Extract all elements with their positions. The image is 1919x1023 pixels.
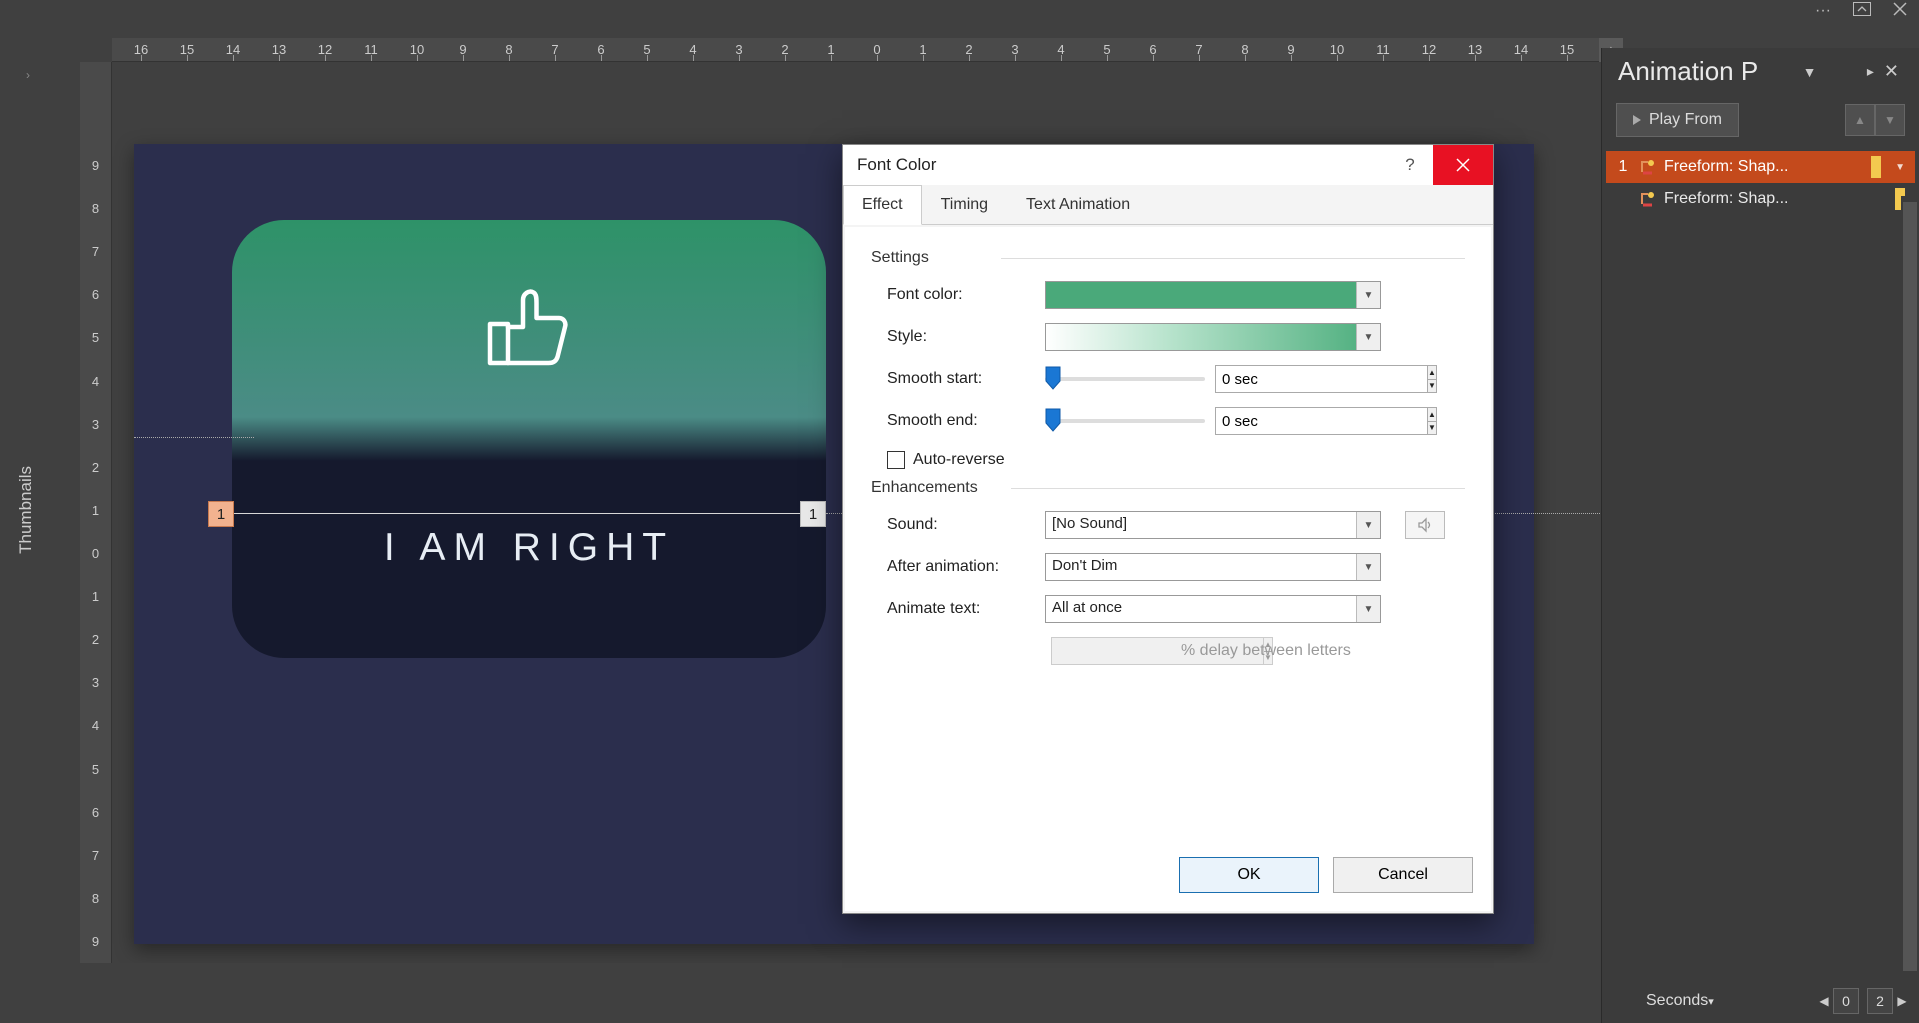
spinner-up-icon[interactable]: ▲ xyxy=(1428,366,1436,380)
animation-item[interactable]: 1 Freeform: Shap... ▼ xyxy=(1606,151,1915,183)
style-combo[interactable]: ▼ xyxy=(1045,323,1381,351)
enhancements-group-label: Enhancements xyxy=(871,479,1465,497)
animate-text-value: All at once xyxy=(1046,596,1356,622)
timeline-left-icon[interactable]: ◀ xyxy=(1815,988,1833,1014)
timeline-right-icon[interactable]: ▶ xyxy=(1893,988,1911,1014)
timeline-pos-2[interactable]: 2 xyxy=(1867,988,1893,1014)
sound-value: [No Sound] xyxy=(1046,512,1356,538)
animation-item[interactable]: Freeform: Shap... xyxy=(1606,183,1915,215)
animation-pane: Animation P ▼ ▸ ✕ Play From ▲ ▼ 1 Freefor… xyxy=(1601,48,1919,1023)
animation-pane-scrollbar[interactable] xyxy=(1901,196,1919,977)
auto-reverse-checkbox[interactable]: Auto-reverse xyxy=(887,451,1465,469)
spinner-down-icon[interactable]: ▼ xyxy=(1428,422,1436,435)
tab-effect[interactable]: Effect xyxy=(843,185,922,225)
pane-move-icon[interactable]: ▸ xyxy=(1861,63,1880,80)
smooth-end-label: Smooth end: xyxy=(887,412,1035,430)
emphasis-effect-icon xyxy=(1638,158,1656,176)
auto-reverse-label: Auto-reverse xyxy=(913,451,1005,469)
ruler-horizontal: 1615141312111098765432101234567891011121… xyxy=(112,38,1601,62)
slider-thumb-icon[interactable] xyxy=(1045,408,1061,432)
cancel-button[interactable]: Cancel xyxy=(1333,857,1473,893)
tab-text-animation[interactable]: Text Animation xyxy=(1007,185,1149,224)
freeform-shape[interactable]: I AM RIGHT xyxy=(232,220,826,658)
animate-text-label: Animate text: xyxy=(887,600,1035,618)
delay-spinner: ▲▼ xyxy=(1051,637,1171,665)
animation-order-tag-2[interactable]: 1 xyxy=(800,501,826,527)
animation-item-label: Freeform: Shap... xyxy=(1664,158,1863,176)
after-animation-select[interactable]: Don't Dim ▼ xyxy=(1045,553,1381,581)
timeline-pos-0[interactable]: 0 xyxy=(1833,988,1859,1014)
spinner-up-icon[interactable]: ▲ xyxy=(1428,408,1436,422)
dialog-tabs: Effect Timing Text Animation xyxy=(843,185,1493,225)
ribbon-display-icon[interactable] xyxy=(1853,2,1871,21)
font-color-combo[interactable]: ▼ xyxy=(1045,281,1381,309)
dialog-close-button[interactable] xyxy=(1433,145,1493,185)
play-from-label: Play From xyxy=(1649,111,1722,129)
thumbnails-label: Thumbnails xyxy=(16,466,36,554)
slider-thumb-icon[interactable] xyxy=(1045,366,1061,390)
checkbox-icon[interactable] xyxy=(887,451,905,469)
settings-group-label: Settings xyxy=(871,249,1465,267)
seconds-label[interactable]: Seconds▾ xyxy=(1646,992,1714,1010)
help-button[interactable]: ? xyxy=(1387,155,1433,175)
animate-text-select[interactable]: All at once ▼ xyxy=(1045,595,1381,623)
animation-list: 1 Freeform: Shap... ▼ Freeform: Shap... xyxy=(1606,151,1915,215)
smooth-start-slider[interactable] xyxy=(1045,372,1205,386)
ruler-vertical: 9876543210123456789 xyxy=(80,62,112,963)
tab-timing[interactable]: Timing xyxy=(922,185,1007,224)
close-icon[interactable] xyxy=(1893,2,1907,21)
dialog-titlebar: Font Color ? xyxy=(843,145,1493,185)
after-animation-dropdown-icon[interactable]: ▼ xyxy=(1356,554,1380,580)
move-down-button[interactable]: ▼ xyxy=(1875,104,1905,136)
spinner-down-icon[interactable]: ▼ xyxy=(1428,380,1436,393)
font-color-label: Font color: xyxy=(887,286,1035,304)
shape-text[interactable]: I AM RIGHT xyxy=(384,526,674,570)
smooth-start-input[interactable] xyxy=(1215,365,1428,393)
play-icon xyxy=(1633,115,1641,125)
smooth-end-slider[interactable] xyxy=(1045,414,1205,428)
animation-pane-title-text: Animation P xyxy=(1618,56,1758,87)
thumbs-up-icon xyxy=(481,279,577,380)
guide-line xyxy=(134,437,254,438)
timeline-bar: Seconds▾ ◀ 0 2 ▶ xyxy=(1602,979,1919,1023)
sound-select[interactable]: [No Sound] ▼ xyxy=(1045,511,1381,539)
selection-line xyxy=(232,513,826,514)
dialog-title-text: Font Color xyxy=(857,155,936,175)
after-animation-label: After animation: xyxy=(887,558,1035,576)
animation-pane-title: Animation P ▼ ▸ ✕ xyxy=(1602,48,1919,95)
smooth-start-spinner[interactable]: ▲▼ xyxy=(1215,365,1345,393)
font-color-dropdown-icon[interactable]: ▼ xyxy=(1356,282,1380,308)
dialog-body: Settings Font color: ▼ Style: ▼ Smooth s… xyxy=(845,227,1491,911)
smooth-end-spinner[interactable]: ▲▼ xyxy=(1215,407,1345,435)
window-controls: ··· xyxy=(1815,0,1919,22)
animation-duration-bar[interactable] xyxy=(1871,156,1881,178)
animation-item-number: 1 xyxy=(1616,158,1630,176)
play-from-button[interactable]: Play From xyxy=(1616,103,1739,137)
pane-options-icon[interactable]: ▼ xyxy=(1797,64,1823,80)
animate-text-dropdown-icon[interactable]: ▼ xyxy=(1356,596,1380,622)
move-up-button[interactable]: ▲ xyxy=(1845,104,1875,136)
sound-preview-button[interactable] xyxy=(1405,511,1445,539)
animation-order-tag[interactable]: 1 xyxy=(208,501,234,527)
smooth-start-label: Smooth start: xyxy=(887,370,1035,388)
after-animation-value: Don't Dim xyxy=(1046,554,1356,580)
animation-item-label: Freeform: Shap... xyxy=(1664,190,1887,208)
smooth-end-input[interactable] xyxy=(1215,407,1428,435)
thumbnails-expand-icon[interactable]: › xyxy=(26,68,30,82)
emphasis-effect-icon xyxy=(1638,190,1656,208)
sound-label: Sound: xyxy=(887,516,1035,534)
animation-item-dropdown-icon[interactable]: ▼ xyxy=(1895,162,1905,173)
font-color-dialog: Font Color ? Effect Timing Text Animatio… xyxy=(842,144,1494,914)
thumbnails-collapsed-panel[interactable]: Thumbnails xyxy=(0,30,52,990)
sound-dropdown-icon[interactable]: ▼ xyxy=(1356,512,1380,538)
ellipsis-icon[interactable]: ··· xyxy=(1815,2,1831,20)
style-swatch xyxy=(1046,324,1356,350)
delay-label: % delay between letters xyxy=(1181,642,1351,660)
style-label: Style: xyxy=(887,328,1035,346)
font-color-swatch xyxy=(1046,282,1356,308)
ok-button[interactable]: OK xyxy=(1179,857,1319,893)
style-dropdown-icon[interactable]: ▼ xyxy=(1356,324,1380,350)
pane-close-icon[interactable]: ✕ xyxy=(1880,61,1903,82)
